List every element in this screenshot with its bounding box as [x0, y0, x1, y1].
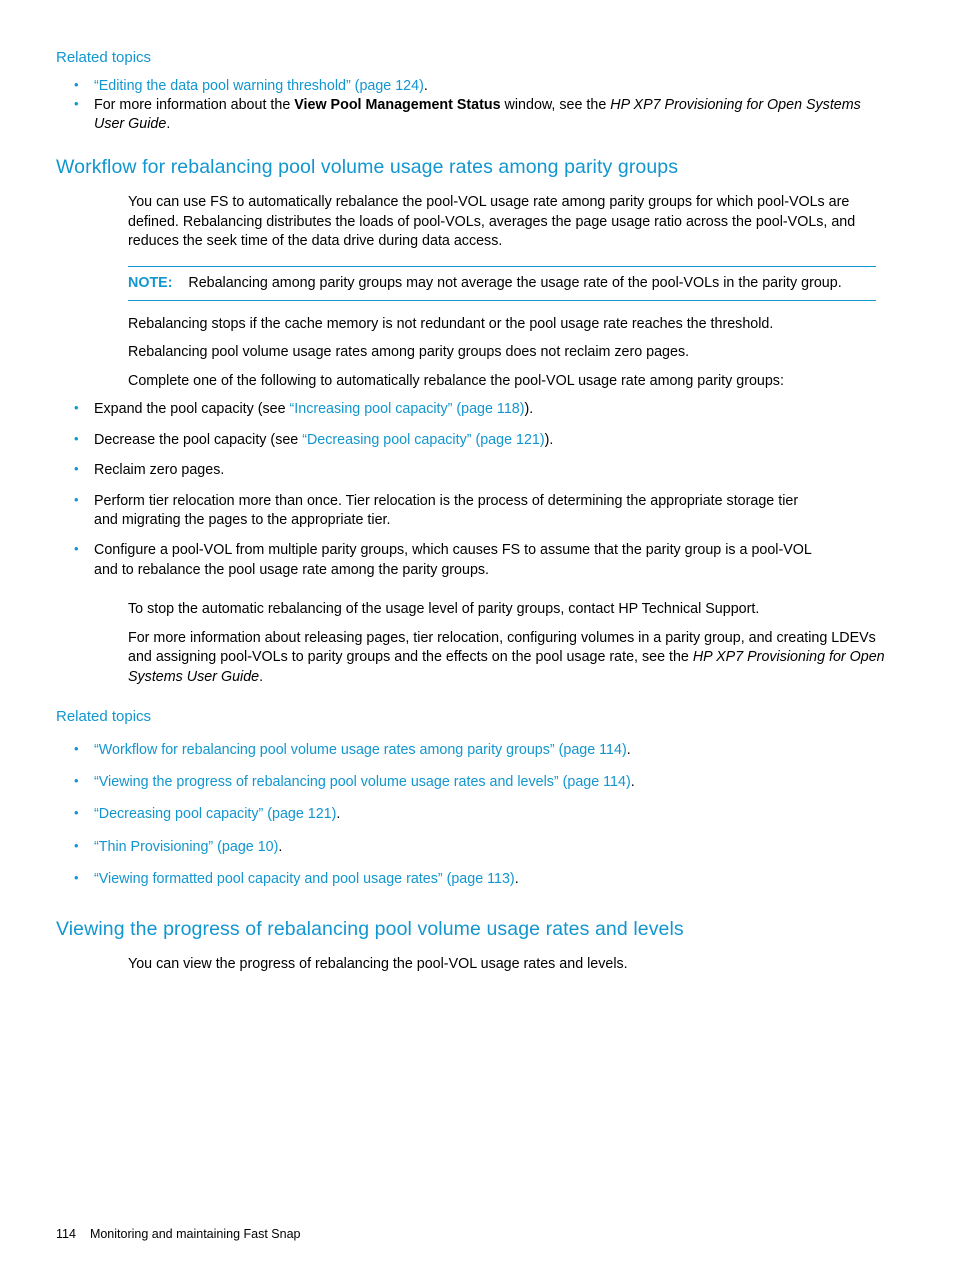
- section1-paragraph-6: For more information about releasing pag…: [128, 629, 888, 687]
- list-item: “Viewing formatted pool capacity and poo…: [56, 869, 876, 889]
- link-suffix: .: [514, 871, 519, 888]
- list-item: Expand the pool capacity (see “Increasin…: [56, 399, 816, 419]
- section-heading-workflow: Workflow for rebalancing pool volume usa…: [56, 155, 679, 178]
- related-topics-list-1: “Editing the data pool warning threshold…: [56, 75, 876, 135]
- text-post: .: [166, 116, 171, 133]
- section-heading-viewing-progress: Viewing the progress of rebalancing pool…: [56, 917, 684, 940]
- section1-paragraph-5: To stop the automatic rebalancing of the…: [128, 601, 760, 618]
- cross-reference-link[interactable]: “Decreasing pool capacity” (page 121): [94, 806, 336, 822]
- list-item: For more information about the View Pool…: [56, 95, 876, 135]
- list-item: “Viewing the progress of rebalancing poo…: [56, 772, 876, 792]
- related-topics-list-2: “Workflow for rebalancing pool volume us…: [56, 740, 876, 890]
- cross-reference-link[interactable]: “Workflow for rebalancing pool volume us…: [94, 742, 627, 758]
- section1-intro-paragraph: You can use FS to automatically rebalanc…: [128, 194, 856, 250]
- text-pre: Reclaim zero pages.: [94, 462, 225, 479]
- link-suffix: .: [423, 77, 428, 94]
- text-pre: Expand the pool capacity (see: [94, 401, 290, 418]
- footer-chapter-title: Monitoring and maintaining Fast Snap: [89, 1227, 301, 1241]
- note-body: Rebalancing among parity groups may not …: [188, 274, 842, 291]
- text-bold: View Pool Management Status: [294, 96, 501, 113]
- cross-reference-link[interactable]: “Increasing pool capacity” (page 118): [290, 401, 525, 417]
- link-suffix: .: [336, 806, 341, 823]
- cross-reference-link[interactable]: “Thin Provisioning” (page 10): [94, 839, 278, 855]
- page-content: Related topics “Editing the data pool wa…: [56, 48, 885, 975]
- list-item: “Editing the data pool warning threshold…: [56, 75, 876, 96]
- text-post: ).: [544, 431, 554, 448]
- text-post: ).: [524, 401, 534, 418]
- note-label: NOTE:: [128, 274, 173, 291]
- section1-paragraph-3: Rebalancing pool volume usage rates amon…: [128, 344, 690, 361]
- text-pre: Decrease the pool capacity (see: [94, 431, 303, 448]
- link-suffix: .: [278, 838, 283, 855]
- related-topics-heading-2: Related topics: [56, 708, 152, 726]
- link-suffix: .: [630, 774, 635, 790]
- section1-bullet-list: Expand the pool capacity (see “Increasin…: [56, 399, 816, 580]
- list-item: Configure a pool-VOL from multiple parit…: [56, 540, 816, 580]
- text-pre: Perform tier relocation more than once. …: [94, 492, 799, 528]
- cross-reference-link[interactable]: “Editing the data pool warning threshold…: [94, 78, 424, 94]
- list-item: “Thin Provisioning” (page 10).: [56, 837, 876, 857]
- document-page: Related topics “Editing the data pool wa…: [0, 0, 954, 1271]
- list-item: “Decreasing pool capacity” (page 121).: [56, 804, 876, 824]
- section1-paragraph-2: Rebalancing stops if the cache memory is…: [128, 315, 774, 332]
- page-footer: 114 Monitoring and maintaining Fast Snap: [56, 1227, 300, 1241]
- note-text: Rebalancing among parity groups may not …: [172, 275, 841, 291]
- text-post: .: [259, 668, 264, 685]
- related-topics-heading-1: Related topics: [56, 49, 152, 66]
- cross-reference-link[interactable]: “Viewing formatted pool capacity and poo…: [94, 871, 515, 887]
- page-number: 114: [56, 1227, 76, 1241]
- text-pre: Configure a pool-VOL from multiple parit…: [94, 542, 812, 578]
- link-suffix: .: [626, 741, 631, 758]
- cross-reference-link[interactable]: “Viewing the progress of rebalancing poo…: [94, 774, 631, 790]
- section2-intro-paragraph: You can view the progress of rebalancing…: [128, 956, 628, 973]
- section1-paragraph-4: Complete one of the following to automat…: [128, 372, 784, 389]
- cross-reference-link[interactable]: “Decreasing pool capacity” (page 121): [302, 432, 544, 448]
- note-box: NOTE: Rebalancing among parity groups ma…: [128, 265, 876, 301]
- text-pre: For more information about the: [94, 96, 295, 113]
- list-item: Reclaim zero pages.: [56, 460, 816, 480]
- text-mid: window, see the: [500, 96, 611, 113]
- list-item: “Workflow for rebalancing pool volume us…: [56, 740, 876, 760]
- list-item: Decrease the pool capacity (see “Decreas…: [56, 430, 816, 450]
- list-item: Perform tier relocation more than once. …: [56, 491, 816, 531]
